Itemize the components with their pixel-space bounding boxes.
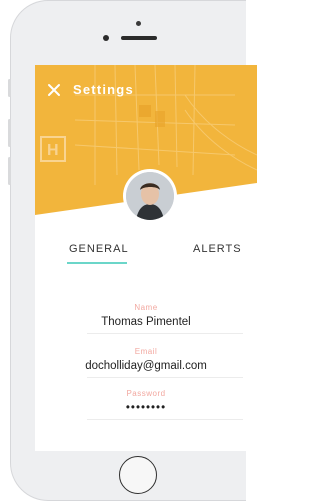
volume-up-button xyxy=(8,119,11,147)
password-value[interactable]: •••••••• xyxy=(35,402,257,414)
avatar-photo xyxy=(126,172,174,220)
password-divider xyxy=(87,419,243,420)
volume-down-button xyxy=(8,157,11,185)
app-screen: H Settings GENERAL ALERTS Name Thomas Pi… xyxy=(35,65,257,451)
home-button[interactable] xyxy=(119,456,157,494)
front-camera xyxy=(103,35,109,41)
tab-alerts[interactable]: ALERTS xyxy=(193,243,242,255)
mute-switch xyxy=(8,79,11,97)
proximity-sensor xyxy=(136,21,141,26)
name-label: Name xyxy=(134,303,158,312)
name-value[interactable]: Thomas Pimentel xyxy=(35,316,257,328)
top-bezel xyxy=(11,1,247,65)
close-button[interactable] xyxy=(47,83,61,97)
name-field[interactable]: Name Thomas Pimentel xyxy=(35,303,257,328)
earpiece-speaker xyxy=(121,36,157,40)
page-title: Settings xyxy=(73,82,134,97)
phone-frame: H Settings GENERAL ALERTS Name Thomas Pi… xyxy=(8,0,257,501)
avatar[interactable] xyxy=(126,172,174,220)
tab-general[interactable]: GENERAL xyxy=(69,243,129,255)
close-icon xyxy=(48,84,60,96)
top-bar: Settings xyxy=(35,65,257,115)
email-divider xyxy=(87,377,243,378)
name-divider xyxy=(87,333,243,334)
settings-tabs: GENERAL ALERTS xyxy=(35,243,257,273)
active-tab-indicator xyxy=(67,262,127,264)
password-label: Password xyxy=(126,389,166,398)
password-field[interactable]: Password •••••••• xyxy=(35,389,257,414)
email-field[interactable]: Email docholliday@gmail.com xyxy=(35,347,257,372)
email-label: Email xyxy=(134,347,158,356)
email-value[interactable]: docholliday@gmail.com xyxy=(35,360,257,372)
